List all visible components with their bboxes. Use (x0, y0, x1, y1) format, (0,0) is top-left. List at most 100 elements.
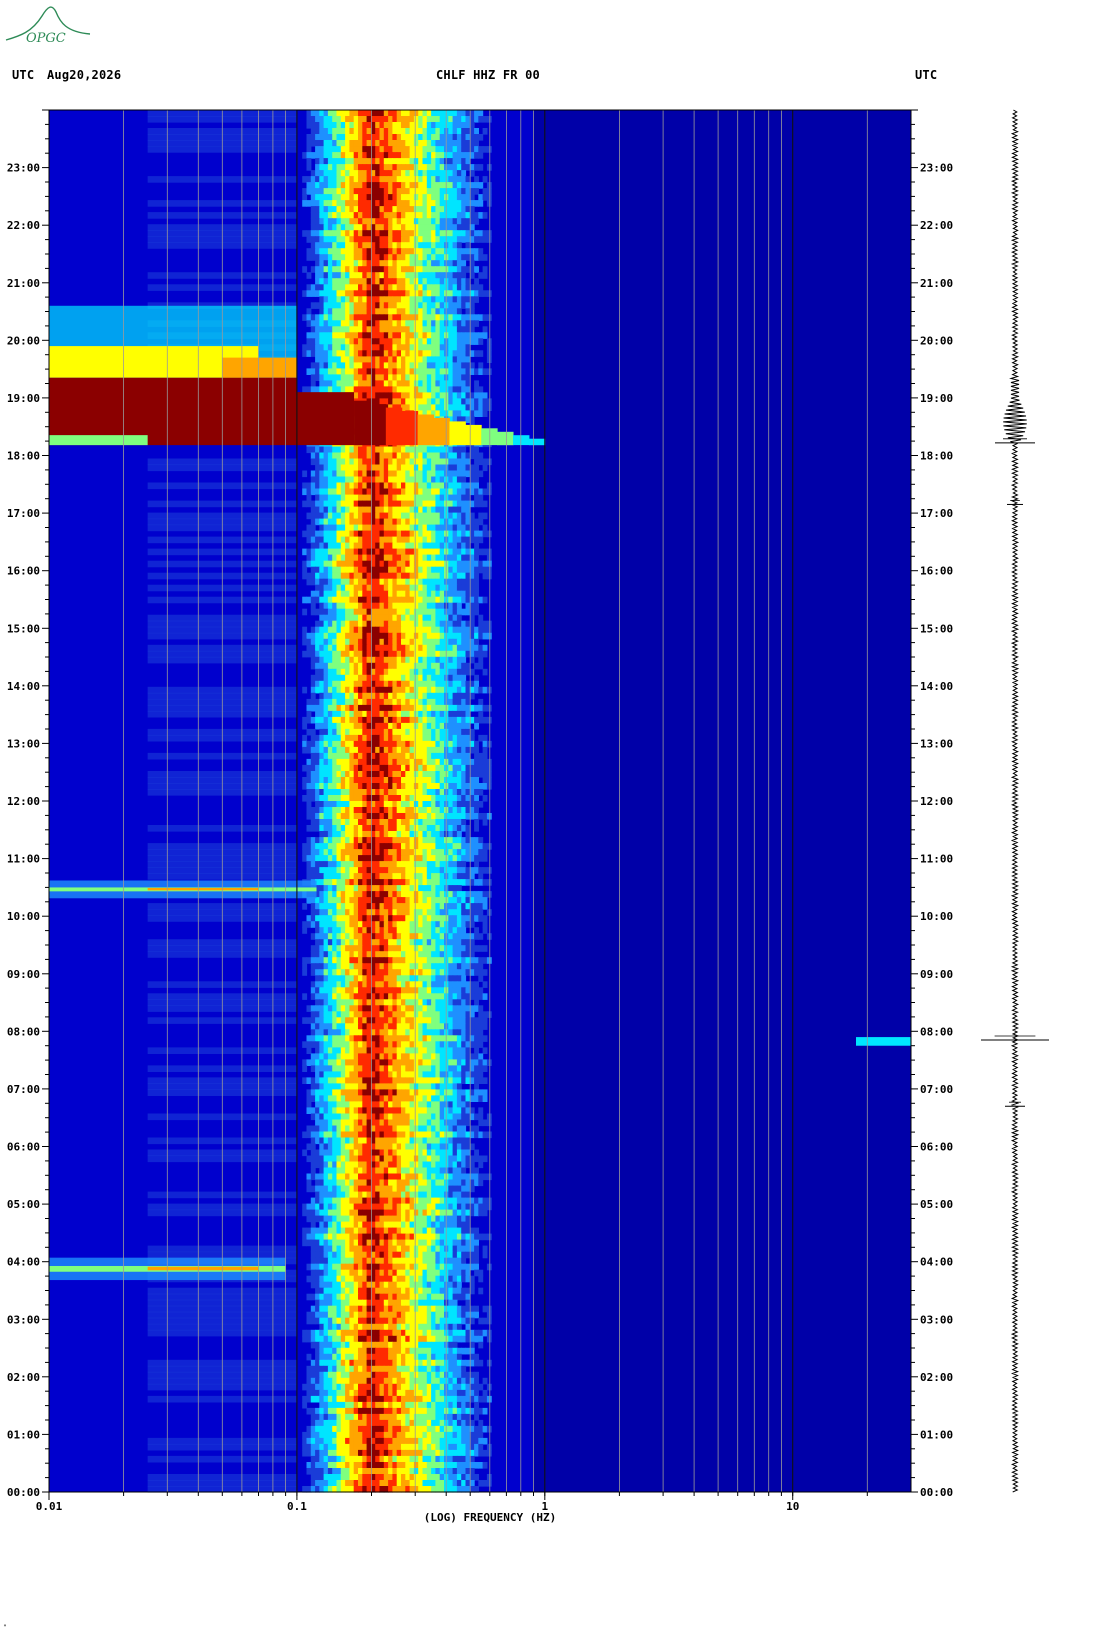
heatmap-cell (327, 572, 333, 580)
heatmap-cell (379, 374, 385, 381)
heatmap-cell (426, 638, 432, 646)
heatmap-cell (426, 680, 432, 688)
heatmap-cell (366, 206, 372, 213)
heatmap-cell (319, 332, 325, 339)
heatmap-cell (396, 795, 402, 802)
heatmap-cell (332, 212, 338, 219)
heatmap-cell (474, 284, 479, 291)
heatmap-cell (465, 332, 471, 339)
heatmap-cell (362, 740, 368, 748)
heatmap-cell (409, 764, 415, 772)
heatmap-cell (332, 194, 338, 201)
heatmap-cell (327, 656, 333, 664)
heatmap-cell (366, 566, 372, 574)
heatmap-cell (336, 608, 342, 616)
heatmap-cell (474, 542, 479, 550)
heatmap-cell (323, 356, 329, 363)
heatmap-cell (392, 152, 398, 159)
heatmap-cell (358, 783, 363, 790)
heatmap-cell (426, 332, 432, 339)
heatmap-cell (452, 470, 458, 478)
heatmap-cell (345, 680, 350, 688)
heatmap-cell (375, 284, 381, 291)
heatmap-cell (349, 116, 355, 123)
heatmap-cell (439, 596, 445, 604)
heatmap-cell (302, 740, 308, 748)
heatmap-cell (332, 692, 338, 700)
heatmap-cell (345, 242, 350, 249)
heatmap-cell (383, 764, 389, 772)
heatmap-cell (353, 602, 359, 610)
heatmap-cell (323, 783, 329, 790)
heatmap-cell (452, 134, 458, 141)
heatmap-cell (379, 464, 385, 472)
heatmap-cell (401, 590, 406, 598)
heatmap-cell (465, 566, 471, 574)
heatmap-cell (435, 572, 441, 580)
heatmap-cell (435, 284, 441, 291)
heatmap-cell (439, 656, 445, 664)
heatmap-cell (383, 116, 389, 123)
heatmap-cell (461, 362, 467, 369)
heatmap-cell (456, 380, 462, 387)
heatmap-cell (362, 320, 368, 327)
heatmap-cell (306, 122, 312, 129)
heatmap-cell (435, 584, 441, 592)
heatmap-cell (315, 452, 320, 460)
heatmap-cell (461, 524, 467, 532)
heatmap-cell (452, 819, 458, 826)
heatmap-cell (474, 554, 479, 562)
heatmap-cell (465, 458, 471, 466)
heatmap-cell (375, 164, 381, 171)
heatmap-cell (435, 320, 441, 327)
heatmap-cell (456, 350, 462, 357)
heatmap-cell (392, 206, 398, 213)
heatmap-cell (396, 801, 402, 808)
heatmap-cell (456, 710, 462, 718)
heatmap-cell (465, 218, 471, 225)
heatmap-cell (315, 470, 320, 478)
heatmap-cell (431, 476, 436, 484)
heatmap-cell (401, 122, 406, 129)
heatmap-cell (353, 758, 359, 766)
heatmap-cell (340, 452, 346, 460)
heatmap-cell (448, 783, 454, 790)
heatmap-cell (426, 200, 432, 207)
heatmap-cell (461, 704, 467, 712)
heatmap-cell (366, 837, 372, 844)
heatmap-cell (405, 368, 411, 375)
heatmap-cell (426, 404, 432, 411)
heatmap-cell (340, 758, 346, 766)
heatmap-cell (478, 488, 484, 496)
heatmap-cell (388, 224, 393, 231)
heatmap-cell (340, 819, 346, 826)
heatmap-cell (379, 146, 385, 153)
heatmap-cell (409, 506, 415, 514)
heatmap-cell (340, 813, 346, 820)
heatmap-cell (439, 789, 445, 796)
heatmap-cell (362, 734, 368, 742)
heatmap-cell (375, 602, 381, 610)
heatmap-cell (426, 716, 432, 724)
heatmap-cell (315, 494, 320, 502)
heatmap-cell (465, 380, 471, 387)
heatmap-cell (418, 590, 424, 598)
heatmap-cell (388, 650, 393, 658)
heatmap-cell (353, 386, 359, 393)
heatmap-cell (448, 512, 454, 520)
heatmap-cell (340, 488, 346, 496)
heatmap-cell (383, 837, 389, 844)
heatmap-cell (340, 464, 346, 472)
heatmap-cell (383, 266, 389, 273)
heatmap-cell (474, 783, 479, 790)
heatmap-cell (405, 260, 411, 267)
heatmap-cell (336, 230, 342, 237)
heatmap-cell (405, 278, 411, 285)
heatmap-cell (413, 218, 419, 225)
heatmap-cell (345, 476, 350, 484)
heatmap-cell (383, 632, 389, 640)
heatmap-cell (422, 266, 428, 273)
heatmap-cell (422, 722, 428, 730)
heatmap-cell (426, 710, 432, 718)
heatmap-cell (340, 572, 346, 580)
